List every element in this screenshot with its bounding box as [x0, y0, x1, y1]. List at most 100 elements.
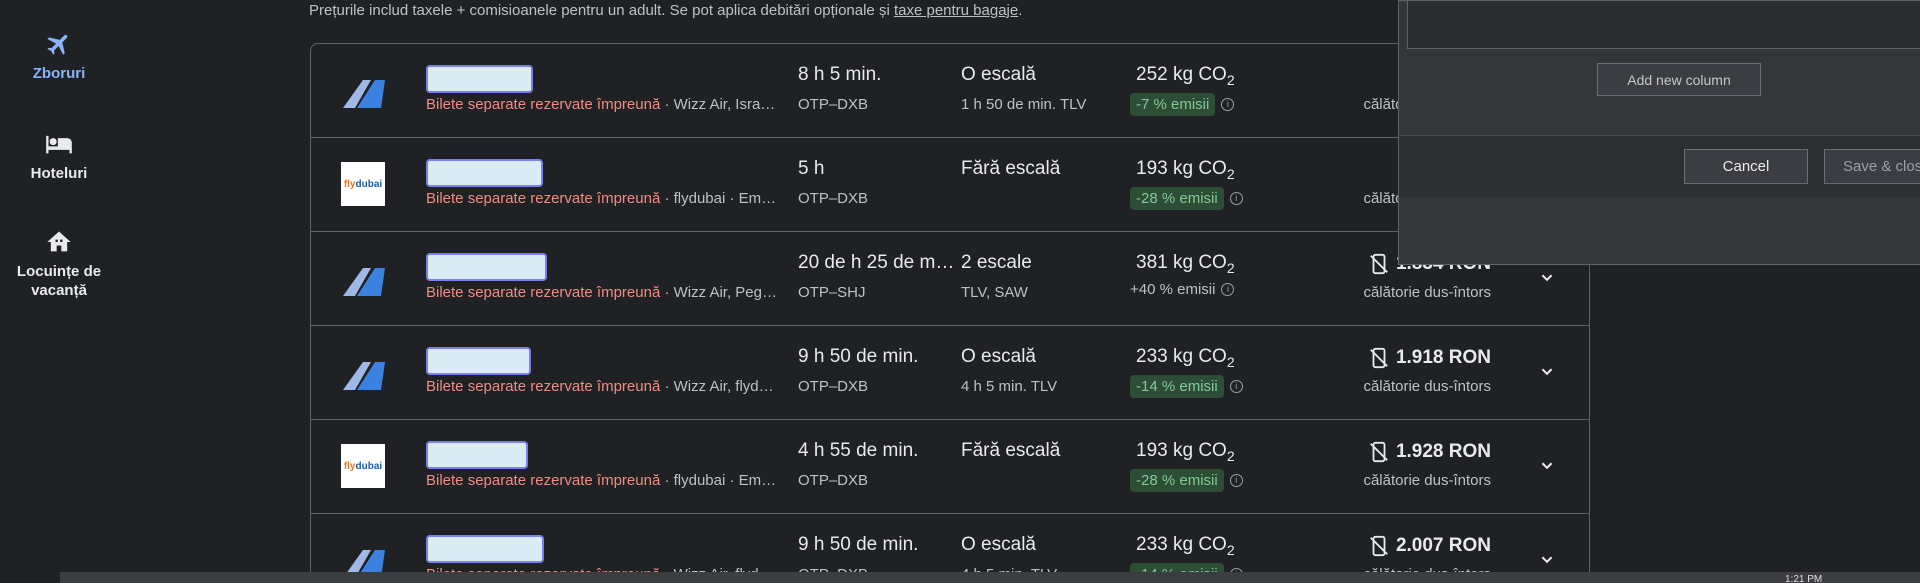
- carrier-names: · Wizz Air, flyd…: [660, 378, 774, 395]
- emissions-indicator: -28 % emisii i: [1130, 469, 1243, 492]
- flight-result-row[interactable]: Bilete separate rezervate împreună · Wiz…: [311, 326, 1589, 420]
- separate-tickets-label: Bilete separate rezervate împreună: [426, 190, 661, 207]
- flight-duration: 9 h 50 de min.: [798, 534, 919, 555]
- emissions-badge: -7 % emisii: [1130, 93, 1216, 116]
- airline-info: Bilete separate rezervate împreună · Wiz…: [426, 378, 790, 395]
- airline-info: Bilete separate rezervate împreună · Wiz…: [426, 284, 790, 301]
- add-new-column-button[interactable]: Add new column: [1597, 63, 1761, 96]
- flight-duration: 20 de h 25 de m…: [798, 252, 955, 273]
- price: 2.007 RON: [1368, 534, 1491, 558]
- trip-type: călătorie dus-întors: [1363, 378, 1491, 395]
- airplane-icon: [47, 34, 68, 55]
- airline-info: Bilete separate rezervate împreună · fly…: [426, 472, 790, 489]
- nav-flights-label: Zboruri: [32, 65, 86, 82]
- column-editor-dialog: Add new column Cancel Save & close: [1398, 0, 1920, 265]
- no-phone-icon: [1370, 347, 1388, 369]
- wizz-air-logo: [343, 268, 385, 296]
- price-note-end: .: [1018, 2, 1023, 19]
- price: 1.928 RON: [1368, 440, 1491, 464]
- co2-emissions: 193 kg CO2: [1136, 440, 1235, 464]
- flight-result-row[interactable]: fly dubai Bilete separate rezervate împre…: [311, 420, 1589, 514]
- emissions-indicator: +40 % emisii i: [1130, 281, 1235, 298]
- baggage-fees-link[interactable]: taxe pentru bagaje: [894, 2, 1018, 19]
- stops-count: O escală: [961, 64, 1036, 85]
- wizz-air-logo: [343, 362, 385, 390]
- no-phone-icon: [1370, 441, 1388, 463]
- redacted-time-pill: [426, 253, 547, 281]
- stops-count: 2 escale: [961, 252, 1032, 273]
- no-phone-icon: [1370, 253, 1388, 275]
- cancel-button[interactable]: Cancel: [1684, 149, 1808, 184]
- carrier-names: · flydubai · Em…: [660, 472, 777, 489]
- chevron-down-icon[interactable]: [1536, 361, 1558, 383]
- no-phone-icon: [1370, 535, 1388, 557]
- flight-route: OTP–DXB: [798, 472, 869, 489]
- trip-type: călătorie dus-întors: [1363, 472, 1491, 489]
- info-icon[interactable]: i: [1221, 98, 1235, 111]
- carrier-names: · flydubai · Em…: [660, 190, 777, 207]
- nav-vacation-rentals[interactable]: Locuințe de vacanță: [0, 228, 118, 300]
- separate-tickets-label: Bilete separate rezervate împreună: [426, 284, 661, 301]
- redacted-time-pill: [426, 441, 528, 469]
- info-icon[interactable]: i: [1221, 283, 1235, 296]
- emissions-badge: -28 % emisii: [1130, 469, 1224, 492]
- chevron-down-icon[interactable]: [1536, 267, 1558, 289]
- taskbar: [60, 572, 1920, 583]
- carrier-names: · Wizz Air, Peg…: [660, 284, 777, 301]
- emissions-indicator: -14 % emisii i: [1130, 375, 1243, 398]
- stop-details: TLV, SAW: [961, 284, 1028, 301]
- info-icon[interactable]: i: [1229, 474, 1243, 487]
- airline-info: Bilete separate rezervate împreună · fly…: [426, 190, 790, 207]
- emissions-badge: -14 % emisii: [1130, 375, 1224, 398]
- bed-icon: [46, 135, 72, 154]
- separate-tickets-label: Bilete separate rezervate împreună: [426, 378, 661, 395]
- price-value: 2.007 RON: [1395, 535, 1491, 556]
- redacted-time-pill: [426, 65, 533, 93]
- separate-tickets-label: Bilete separate rezervate împreună: [426, 472, 661, 489]
- dialog-footer: Cancel Save & close: [1399, 135, 1920, 197]
- stops-count: O escală: [961, 534, 1036, 555]
- emissions-badge: -28 % emisii: [1130, 187, 1224, 210]
- price-value: 1.928 RON: [1395, 441, 1491, 462]
- taskbar-clock: 1:21 PM: [1785, 574, 1823, 583]
- carrier-names: · Wizz Air, Isra…: [660, 96, 776, 113]
- price-note-text: Prețurile includ taxele + comisioanele p…: [309, 2, 894, 19]
- stops-count: Fără escală: [961, 158, 1061, 179]
- flight-route: OTP–DXB: [798, 378, 869, 395]
- nav-flights[interactable]: Zboruri: [0, 30, 118, 83]
- info-icon[interactable]: i: [1229, 380, 1243, 393]
- flight-route: OTP–DXB: [798, 190, 869, 207]
- save-close-button[interactable]: Save & close: [1824, 149, 1920, 184]
- nav-hotels-label: Hoteluri: [30, 165, 88, 182]
- price-value: 1.918 RON: [1395, 347, 1491, 368]
- dialog-content-area: [1407, 1, 1920, 49]
- flight-duration: 5 h: [798, 158, 825, 179]
- wizz-air-logo: [343, 80, 385, 108]
- co2-emissions: 252 kg CO2: [1136, 64, 1235, 88]
- flight-duration: 9 h 50 de min.: [798, 346, 919, 367]
- side-navigation: Zboruri Hoteluri Locuințe de vacanță: [0, 0, 118, 583]
- chevron-down-icon[interactable]: [1536, 549, 1558, 571]
- chevron-down-icon[interactable]: [1536, 455, 1558, 477]
- flight-duration: 8 h 5 min.: [798, 64, 882, 85]
- stops-count: O escală: [961, 346, 1036, 367]
- nav-vacation-label: Locuințe de vacanță: [16, 263, 102, 299]
- co2-emissions: 233 kg CO2: [1136, 346, 1235, 370]
- stops-count: Fără escală: [961, 440, 1061, 461]
- flight-route: OTP–DXB: [798, 96, 869, 113]
- redacted-time-pill: [426, 535, 544, 563]
- co2-emissions: 193 kg CO2: [1136, 158, 1235, 182]
- house-icon: [47, 231, 71, 252]
- flight-route: OTP–SHJ: [798, 284, 866, 301]
- co2-emissions: 381 kg CO2: [1136, 252, 1235, 276]
- stop-details: 1 h 50 de min. TLV: [961, 96, 1087, 113]
- redacted-time-pill: [426, 159, 543, 187]
- airline-info: Bilete separate rezervate împreună · Wiz…: [426, 96, 790, 113]
- emissions-badge: +40 % emisii: [1130, 281, 1216, 298]
- flydubai-logo: fly dubai: [341, 162, 385, 206]
- info-icon[interactable]: i: [1229, 192, 1243, 205]
- nav-hotels[interactable]: Hoteluri: [0, 130, 118, 183]
- price-note: Prețurile includ taxele + comisioanele p…: [309, 2, 1022, 19]
- flight-duration: 4 h 55 de min.: [798, 440, 919, 461]
- stop-details: 4 h 5 min. TLV: [961, 378, 1058, 395]
